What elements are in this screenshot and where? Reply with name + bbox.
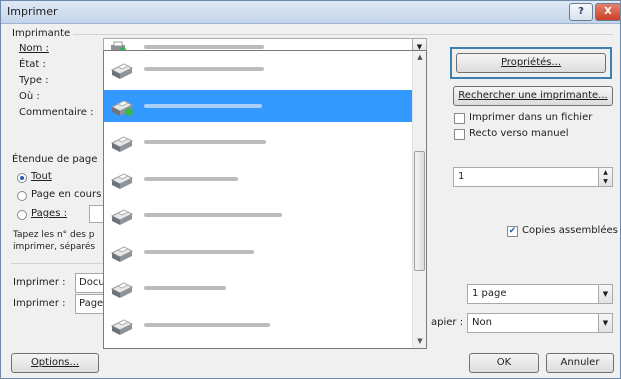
collate-label: Copies assemblées — [522, 225, 618, 236]
scroll-down-icon[interactable]: ▼ — [413, 337, 426, 345]
all-pages-label: Tout — [31, 171, 52, 182]
pages-per-sheet-combobox[interactable]: 1 page ▼ — [467, 284, 613, 304]
print-dialog: Imprimer ? X Imprimante Nom : État : Typ… — [0, 0, 621, 379]
list-scrollbar[interactable]: ▲ ▼ — [412, 51, 426, 348]
scale-combobox[interactable]: Non ▼ — [467, 313, 613, 333]
printer-list-item[interactable] — [104, 126, 412, 158]
ok-button[interactable]: OK — [469, 353, 539, 373]
spin-arrows-icon[interactable]: ▲ ▼ — [598, 168, 612, 186]
current-page-label: Page en cours — [31, 189, 102, 200]
printer-list-item[interactable] — [104, 163, 412, 195]
printer-icon — [110, 314, 134, 336]
current-page-radio[interactable] — [17, 191, 27, 201]
printer-dropdown-list[interactable]: ▲ ▼ — [103, 50, 427, 349]
printer-group-divider — [73, 34, 613, 35]
copies-spinner[interactable]: 1 ▲ ▼ — [453, 167, 613, 187]
scroll-thumb[interactable] — [414, 151, 425, 271]
manual-duplex-label: Recto verso manuel — [469, 128, 569, 139]
printer-icon — [110, 131, 134, 153]
printer-group-title: Imprimante — [12, 28, 71, 39]
printer-list-item[interactable] — [104, 272, 412, 304]
options-button[interactable]: Options... — [11, 353, 99, 373]
pages-label: Pages : — [31, 208, 67, 219]
printer-icon — [110, 58, 134, 80]
printer-name-text — [144, 45, 264, 49]
manual-duplex-checkbox[interactable] — [454, 129, 465, 140]
printer-list-item-name — [144, 213, 282, 217]
scale-label: apier : — [431, 317, 464, 328]
printer-list-item[interactable] — [104, 309, 412, 341]
comment-label: Commentaire : — [19, 107, 94, 118]
printer-list-item-name — [144, 249, 254, 254]
where-label: Où : — [19, 91, 40, 102]
printer-list-item[interactable] — [104, 236, 412, 268]
print-what-label: Imprimer : — [13, 277, 66, 288]
printer-list-item-name — [144, 67, 264, 71]
window-title: Imprimer — [7, 5, 58, 18]
close-button[interactable]: X — [595, 3, 620, 21]
properties-button[interactable]: Propriétés... — [456, 53, 606, 73]
status-label: État : — [19, 59, 46, 70]
copies-value: 1 — [458, 171, 465, 182]
printer-icon — [110, 241, 134, 263]
all-pages-radio[interactable] — [17, 173, 27, 183]
print-to-file-checkbox[interactable] — [454, 113, 465, 124]
find-printer-button[interactable]: Rechercher une imprimante... — [453, 86, 613, 106]
printer-icon — [110, 168, 134, 190]
print-what-value: Docu — [79, 277, 105, 288]
name-label: Nom : — [19, 43, 49, 54]
pages-hint-line2: imprimer, séparés — [13, 242, 96, 252]
title-bar: Imprimer ? X — [1, 1, 620, 24]
printer-list-item[interactable] — [104, 199, 412, 231]
printer-list-item[interactable] — [104, 53, 412, 85]
print-to-file-label: Imprimer dans un fichier — [469, 112, 593, 123]
scale-value: Non — [472, 317, 492, 328]
chevron-down-icon[interactable]: ▼ — [598, 314, 612, 332]
print-pages-value: Page — [79, 298, 104, 309]
cancel-button[interactable]: Annuler — [546, 353, 614, 373]
printer-icon — [110, 277, 134, 299]
collate-checkbox[interactable]: ✔ — [507, 226, 518, 237]
printer-list-item-name — [144, 286, 226, 290]
pages-per-sheet-value: 1 page — [472, 288, 507, 299]
scroll-up-icon[interactable]: ▲ — [413, 53, 426, 61]
print-pages-label: Imprimer : — [13, 298, 66, 309]
page-range-title: Étendue de page — [12, 154, 98, 165]
chevron-down-icon[interactable]: ▼ — [598, 285, 612, 303]
printer-list-item-name — [144, 140, 266, 144]
printer-list-item-name — [144, 103, 262, 108]
printer-list-item-name — [144, 322, 270, 327]
printer-list-item[interactable] — [104, 89, 412, 122]
printer-icon — [110, 204, 134, 226]
type-label: Type : — [19, 75, 49, 86]
section-divider — [11, 263, 103, 264]
printer-icon — [110, 95, 134, 117]
pages-hint-line1: Tapez les n° des p — [13, 230, 95, 240]
pages-radio[interactable] — [17, 210, 27, 220]
help-button[interactable]: ? — [569, 3, 593, 21]
printer-list-item-name — [144, 176, 238, 181]
